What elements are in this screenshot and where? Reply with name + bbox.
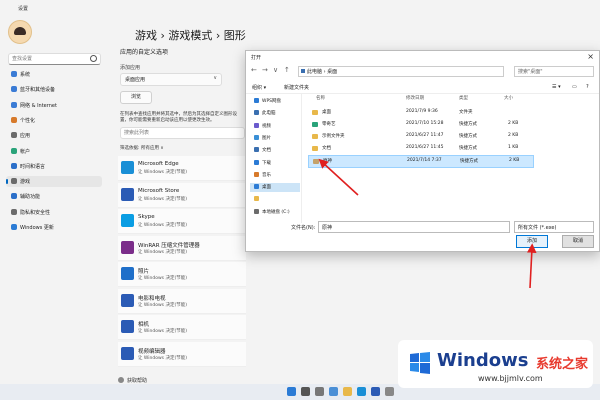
windows-logo-icon xyxy=(410,352,430,374)
watermark-brand-cn: 系统之家 xyxy=(536,357,589,372)
store-icon[interactable] xyxy=(371,387,380,396)
task-view-icon[interactable] xyxy=(315,387,324,396)
edge-icon[interactable] xyxy=(357,387,366,396)
search-icon[interactable] xyxy=(301,387,310,396)
watermark-url: www.bjjmlv.com xyxy=(478,374,543,383)
arrow-to-file xyxy=(318,158,359,196)
widgets-icon[interactable] xyxy=(329,387,338,396)
explorer-icon[interactable] xyxy=(343,387,352,396)
arrow-to-add-button xyxy=(526,243,537,289)
settings-gear-icon[interactable] xyxy=(385,387,394,396)
start-icon[interactable] xyxy=(287,387,296,396)
watermark-brand: Windows xyxy=(437,350,529,371)
